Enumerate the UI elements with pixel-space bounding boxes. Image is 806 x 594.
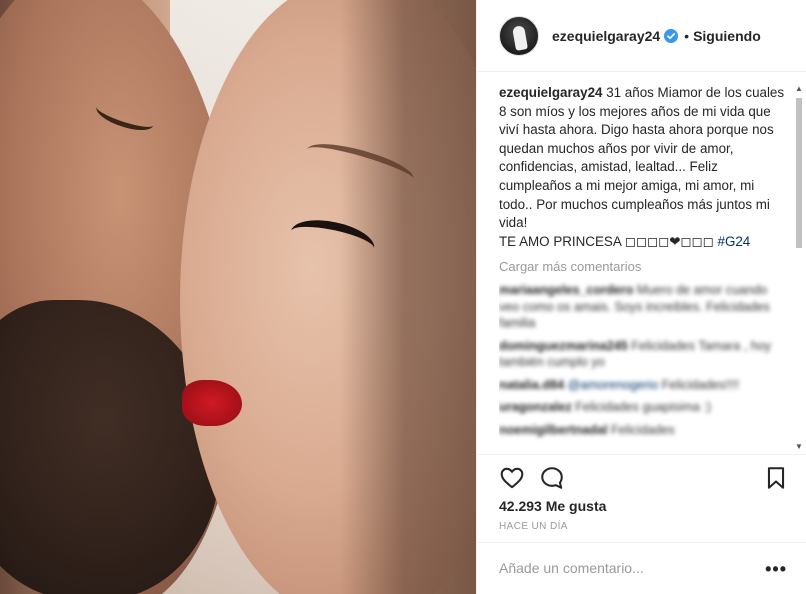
avatar[interactable]	[499, 15, 539, 56]
caption-text-line2: TE AMO PRINCESA ◻◻◻◻❤◻◻◻	[499, 233, 718, 249]
heart-icon[interactable]	[499, 465, 525, 491]
caption-hashtag[interactable]: #G24	[718, 234, 751, 249]
comment-username[interactable]: noemigilbertnadal	[499, 423, 607, 437]
header-username[interactable]: ezequielgaray24	[552, 28, 660, 44]
post-actions-bar	[477, 454, 806, 494]
load-more-comments-link[interactable]: Cargar más comentarios	[499, 259, 789, 274]
comment-input[interactable]	[499, 560, 749, 576]
comment-item: noemigilbertnadal Felicidades	[499, 422, 789, 439]
comment-username[interactable]: mariaangeles_cordero	[499, 283, 633, 297]
comment-text: Felicidades	[607, 422, 675, 437]
scroll-down-arrow-icon[interactable]: ▼	[794, 442, 804, 452]
post-photo[interactable]	[0, 0, 476, 594]
more-options-icon[interactable]: •••	[765, 559, 787, 580]
photo-hair	[340, 0, 476, 594]
comment-username[interactable]: uragonzalez	[499, 400, 572, 414]
comment-text: Felicidades!!!!	[658, 377, 740, 392]
add-comment-bar: •••	[477, 542, 806, 594]
comment-text: Felicidades guapisima :)	[571, 400, 712, 415]
header-separator-dot: •	[684, 27, 690, 44]
bookmark-icon[interactable]	[763, 465, 789, 491]
comment-item: natalia.d84 @amorenogerio Felicidades!!!…	[499, 377, 789, 394]
blurred-comments: mariaangeles_cordero Muero de amor cuand…	[499, 282, 789, 438]
comment-bubble-icon[interactable]	[539, 465, 565, 491]
comment-mention[interactable]: @amorenogerio	[568, 378, 659, 392]
comment-username[interactable]: dominguezmarina245	[499, 339, 628, 353]
post-side-panel: ezequielgaray24 • Siguiendo ezequielgara…	[476, 0, 806, 594]
comments-list[interactable]: ezequielgaray24 31 años Miamor de los cu…	[499, 84, 789, 454]
following-button[interactable]: Siguiendo	[693, 28, 761, 44]
comment-item: mariaangeles_cordero Muero de amor cuand…	[499, 282, 789, 332]
verified-badge-icon	[664, 28, 679, 43]
post-header: ezequielgaray24 • Siguiendo	[477, 0, 806, 72]
comment-username[interactable]: natalia.d84	[499, 378, 564, 392]
comment-item: uragonzalez Felicidades guapisima :)	[499, 399, 789, 416]
scrollbar-thumb[interactable]	[796, 98, 802, 248]
caption-text: 31 años Miamor de los cuales 8 son míos …	[499, 85, 785, 231]
caption-username[interactable]: ezequielgaray24	[499, 85, 602, 100]
scroll-up-arrow-icon[interactable]: ▲	[794, 84, 804, 94]
post-timestamp[interactable]: HACE UN DÍA	[499, 521, 568, 532]
comment-item: dominguezmarina245 Felicidades Tamara , …	[499, 338, 789, 371]
comments-scrollbar[interactable]: ▲ ▼	[794, 84, 804, 452]
photo-lips	[182, 380, 242, 426]
likes-count[interactable]: 42.293 Me gusta	[499, 498, 606, 514]
post-caption: ezequielgaray24 31 años Miamor de los cu…	[499, 84, 789, 251]
